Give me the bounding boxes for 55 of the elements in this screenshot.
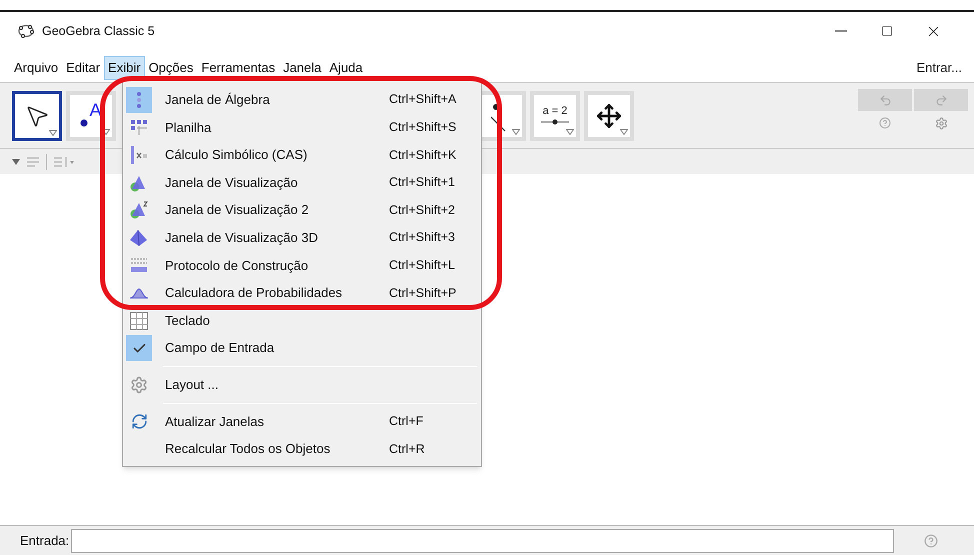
menu-option[interactable]: Planilha Ctrl+Shift+S — [123, 114, 481, 142]
window-title: GeoGebra Classic 5 — [42, 22, 155, 40]
redo-icon — [934, 94, 948, 106]
dropdown-triangle-icon — [566, 128, 574, 134]
menu-option[interactable]: Atualizar Janelas Ctrl+F — [123, 408, 481, 436]
menu-item[interactable]: Exibir — [104, 56, 145, 80]
bell-curve-icon — [129, 286, 149, 299]
maximize-icon — [881, 25, 893, 37]
move-arrows-icon — [596, 102, 622, 128]
spreadsheet-icon — [130, 119, 148, 136]
point-icon — [80, 118, 88, 126]
app-logo-icon — [18, 24, 34, 38]
dropdown-triangle-icon — [102, 128, 110, 134]
menu-item[interactable]: Opções — [144, 56, 198, 80]
sign-in-link[interactable]: Entrar... — [916, 58, 966, 78]
menu-item[interactable]: Editar — [62, 56, 104, 80]
menu-option[interactable]: Janela de Visualização Ctrl+Shift+1 — [123, 168, 481, 196]
menu-option[interactable]: Calculadora de Probabilidades Ctrl+Shift+P — [123, 279, 481, 307]
minimize-icon — [835, 30, 847, 32]
cas-icon — [130, 146, 148, 164]
refresh-icon — [130, 412, 148, 430]
undo-icon — [878, 94, 892, 106]
align-icon — [26, 156, 40, 168]
menu-option[interactable]: Campo de Entrada — [123, 334, 481, 362]
menu-option[interactable]: Teclado — [123, 306, 481, 334]
settings-icon — [934, 117, 948, 130]
tool-button[interactable]: a = 2 — [530, 90, 580, 140]
menu-item[interactable]: Janela — [279, 56, 326, 80]
slider-icon — [540, 118, 570, 126]
menu-option[interactable]: Layout ... — [123, 370, 481, 399]
slider-label: a = 2 — [542, 104, 568, 118]
menu-item[interactable]: Ajuda — [325, 56, 367, 80]
menu-option[interactable]: Janela de Visualização 2 Ctrl+Shift+2 — [123, 196, 481, 224]
help-icon — [879, 117, 891, 129]
menu-option[interactable]: Cálculo Simbólico (CAS) Ctrl+Shift+K — [123, 141, 481, 169]
tool-button[interactable] — [12, 90, 62, 140]
sort-icon — [53, 154, 75, 168]
keyboard-icon — [130, 312, 148, 330]
input-label: Entrada: — [20, 532, 70, 550]
menu-option[interactable]: Janela de Álgebra Ctrl+Shift+A — [123, 86, 481, 114]
menu-option[interactable]: Janela de Visualização 3D Ctrl+Shift+3 — [123, 224, 481, 252]
pyramid-icon — [129, 228, 149, 247]
help-icon — [924, 534, 938, 548]
menu-item[interactable]: Ferramentas — [197, 56, 280, 80]
menu-option[interactable]: Recalcular Todos os Objetos Ctrl+R — [123, 435, 481, 463]
gear-icon — [130, 376, 148, 394]
menu-option[interactable]: Protocolo de Construção Ctrl+Shift+L — [123, 252, 481, 280]
dropdown-triangle-icon — [49, 130, 57, 136]
collapse-triangle-icon — [12, 158, 20, 164]
menu-item[interactable]: Arquivo — [10, 56, 62, 80]
dropdown-triangle-icon — [512, 128, 520, 134]
input-field[interactable] — [71, 528, 894, 552]
dropdown-triangle-icon — [620, 128, 628, 134]
graphics-view-2-icon — [129, 201, 149, 220]
table-icon — [130, 256, 148, 274]
